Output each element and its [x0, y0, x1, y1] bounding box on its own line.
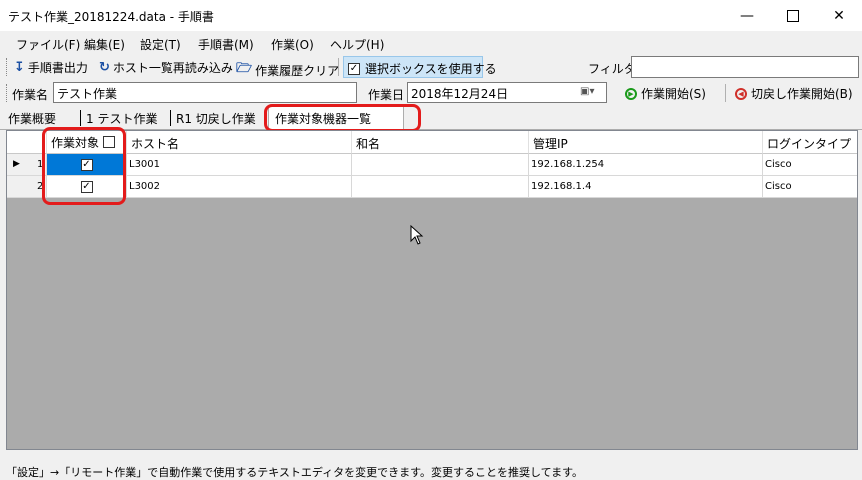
column-header-hostname[interactable]: ホスト名 [127, 131, 352, 154]
work-name-input[interactable]: テスト作業 [53, 82, 357, 103]
menu-work[interactable]: 作業(O) [271, 36, 314, 53]
menu-edit[interactable]: 編集(E) [84, 36, 125, 53]
row-target-checkbox[interactable]: ✓ [80, 158, 93, 171]
alias-cell[interactable] [352, 154, 529, 176]
rewind-icon: ◀ [735, 87, 747, 100]
row-target-checkbox[interactable]: ✓ [80, 180, 93, 193]
window-title: テスト作業_20181224.data - 手順書 [8, 10, 214, 24]
ip-cell[interactable]: 192.168.1.4 [529, 176, 763, 198]
workbar-grip [6, 84, 9, 102]
menu-file[interactable]: ファイル(F) [16, 36, 80, 53]
login-cell[interactable]: Cisco [763, 154, 857, 176]
work-date-picker[interactable]: 2018年12月24日 [407, 82, 607, 103]
menu-bar [0, 31, 862, 53]
export-icon: ↧ [14, 60, 25, 75]
play-icon: ▶ [625, 87, 637, 100]
tab-test-work[interactable]: 1 テスト作業 [82, 108, 157, 128]
login-cell[interactable]: Cisco [763, 176, 857, 198]
clear-history-button[interactable]: 🗁 作業履歴クリア [236, 59, 339, 81]
use-selection-content: ✓ 選択ボックスを使用する [348, 62, 497, 76]
toolbar-grip [6, 58, 9, 76]
column-header-alias[interactable]: 和名 [352, 131, 529, 154]
maximize-icon [787, 9, 799, 22]
filter-input[interactable] [631, 56, 859, 78]
row-header[interactable]: ▶ 1 [7, 154, 47, 176]
maximize-button[interactable] [770, 0, 816, 31]
ip-cell[interactable]: 192.168.1.254 [529, 154, 763, 176]
column-header-login[interactable]: ログインタイプ [763, 131, 857, 154]
close-button[interactable]: ✕ [816, 0, 862, 31]
toolbar-separator [338, 58, 339, 76]
select-all-checkbox[interactable] [103, 136, 116, 148]
alias-cell[interactable] [352, 176, 529, 198]
device-grid[interactable]: 作業対象 ホスト名 和名 管理IP ログインタイプ ▶ 1 ✓ L3001 19… [6, 130, 858, 450]
tab-overview[interactable]: 作業概要 [4, 108, 56, 128]
refresh-icon: ↻ [99, 60, 110, 75]
target-cell[interactable]: ✓ [47, 154, 127, 176]
workbar-separator [725, 84, 726, 102]
folder-icon: 🗁 [236, 61, 253, 76]
hostname-cell[interactable]: L3001 [127, 154, 352, 176]
column-header-ip[interactable]: 管理IP [529, 131, 763, 154]
status-bar: 「設定」→「リモート作業」で自動作業で使用するテキストエディタを変更できます。変… [0, 460, 862, 479]
grid-corner [7, 131, 47, 154]
target-cell[interactable]: ✓ [47, 176, 127, 198]
hostname-cell[interactable]: L3002 [127, 176, 352, 198]
menu-manual[interactable]: 手順書(M) [198, 36, 254, 53]
tab-separator [170, 110, 171, 126]
reload-hosts-button[interactable]: ↻ ホスト一覧再読み込み [99, 59, 233, 76]
mouse-cursor-icon [410, 225, 424, 245]
start-work-button[interactable]: ▶ 作業開始(S) [625, 85, 706, 102]
minimize-icon: — [740, 7, 754, 24]
close-icon: ✕ [833, 7, 845, 24]
tab-target-devices[interactable]: 作業対象機器一覧 [268, 106, 404, 130]
minimize-button[interactable]: — [724, 0, 770, 31]
current-row-icon: ▶ [13, 159, 20, 169]
menu-settings[interactable]: 設定(T) [140, 36, 181, 53]
menu-help[interactable]: ヘルプ(H) [330, 36, 384, 53]
work-date-label: 作業日 [368, 88, 405, 102]
export-manual-button[interactable]: ↧ 手順書出力 [14, 59, 88, 76]
row-header[interactable]: 2 [7, 176, 47, 198]
tab-rollback[interactable]: R1 切戻し作業 [172, 108, 256, 128]
calendar-icon[interactable]: ▣▾ [580, 86, 594, 97]
start-rollback-button[interactable]: ◀ 切戻し作業開始(B) [735, 85, 853, 102]
work-name-label: 作業名 [12, 88, 49, 102]
column-header-target[interactable]: 作業対象 [47, 131, 127, 154]
use-selection-checkbox[interactable]: ✓ [348, 62, 360, 75]
tab-separator [80, 110, 81, 126]
